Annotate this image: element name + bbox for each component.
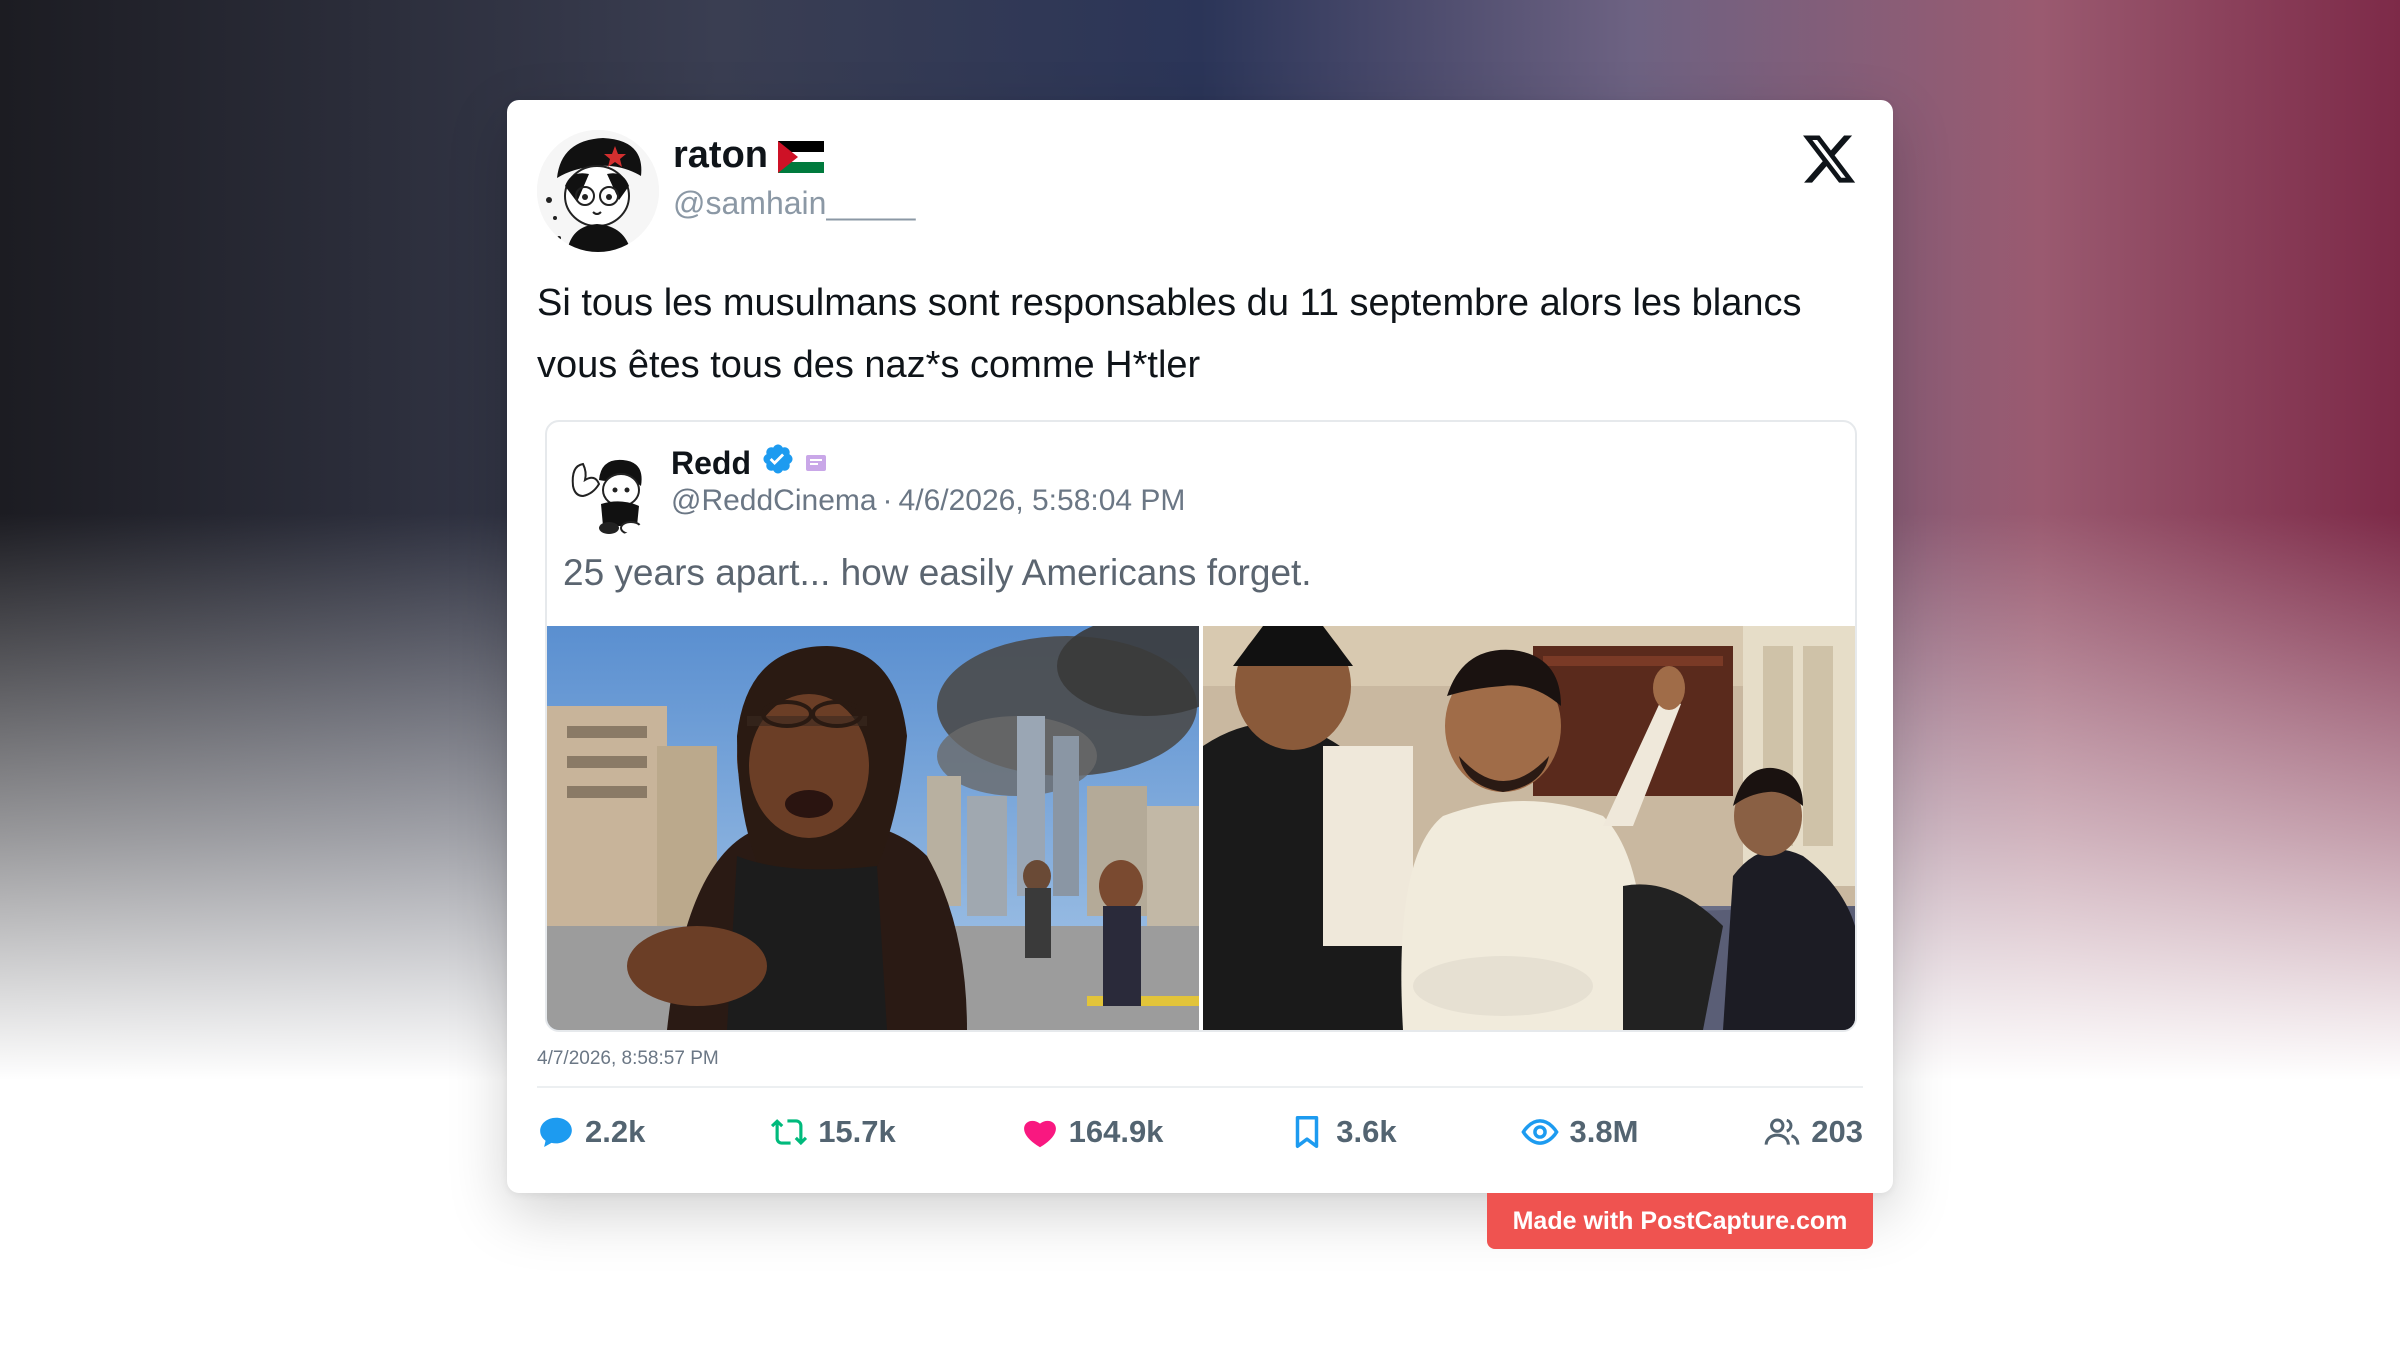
quoted-author-name-row[interactable]: Redd	[671, 442, 827, 484]
quoted-tweet-date[interactable]: 4/6/2026, 5:58:04 PM	[899, 484, 1186, 517]
like-count: 164.9k	[1068, 1114, 1164, 1149]
people-count: 203	[1811, 1114, 1863, 1149]
palestine-flag-icon	[778, 140, 824, 173]
affiliate-badge-icon	[805, 445, 827, 482]
tweet-text-line-1: Si tous les musulmans sont responsables …	[537, 282, 1802, 324]
people-icon	[1764, 1118, 1800, 1145]
reply-stat[interactable]: 2.2k	[537, 1113, 645, 1151]
engagement-stats: 2.2k 15.7k 164.9k 3.6k 3.8M 203	[537, 1108, 1863, 1156]
media-image-right[interactable]	[1203, 626, 1855, 1030]
reply-count: 2.2k	[585, 1114, 646, 1149]
retweet-icon	[771, 1119, 808, 1146]
x-logo-icon[interactable]	[1800, 130, 1858, 188]
meta-separator: ·	[882, 484, 893, 517]
people-stat[interactable]: 203	[1763, 1113, 1863, 1151]
author-avatar[interactable]	[537, 130, 659, 252]
bookmark-count: 3.6k	[1336, 1114, 1397, 1149]
quoted-author-handle[interactable]: @ReddCinema	[671, 484, 877, 517]
bookmark-stat[interactable]: 3.6k	[1288, 1113, 1397, 1151]
verified-badge-icon	[761, 442, 795, 484]
heart-icon	[1023, 1120, 1056, 1148]
stats-divider	[537, 1086, 1863, 1088]
quoted-tweet[interactable]: Redd @ReddCinema · 4/6/2026, 5:58:04 PM 25…	[545, 420, 1857, 1032]
eye-icon	[1521, 1119, 1560, 1145]
tweet-text: Si tous les musulmans sont responsables …	[537, 272, 1867, 396]
author-display-name[interactable]: raton	[673, 134, 768, 177]
postcapture-watermark[interactable]: Made with PostCapture.com	[1487, 1193, 1873, 1249]
author-display-name-row[interactable]: raton	[673, 134, 824, 177]
bookmark-icon	[1296, 1116, 1319, 1148]
reply-icon	[540, 1117, 572, 1148]
media-image-left[interactable]	[547, 626, 1199, 1030]
quoted-author-meta: @ReddCinema · 4/6/2026, 5:58:04 PM	[671, 484, 1185, 518]
like-stat[interactable]: 164.9k	[1021, 1113, 1164, 1151]
retweet-stat[interactable]: 15.7k	[770, 1113, 896, 1151]
tweet-text-line-2: vous êtes tous des naz*s comme H*tler	[537, 344, 1201, 386]
quoted-media[interactable]	[547, 626, 1855, 1030]
post-timestamp[interactable]: 4/7/2026, 8:58:57 PM	[537, 1048, 719, 1070]
author-handle[interactable]: @samhain_____	[673, 185, 915, 222]
quoted-author-display-name[interactable]: Redd	[671, 445, 751, 482]
views-count: 3.8M	[1569, 1114, 1639, 1149]
retweet-count: 15.7k	[818, 1114, 896, 1149]
views-stat[interactable]: 3.8M	[1521, 1113, 1638, 1151]
quoted-author-avatar[interactable]	[565, 446, 655, 536]
quoted-tweet-text: 25 years apart... how easily Americans f…	[563, 552, 1312, 593]
post-card: raton @samhain_____ Si tous les musulman…	[507, 100, 1893, 1193]
